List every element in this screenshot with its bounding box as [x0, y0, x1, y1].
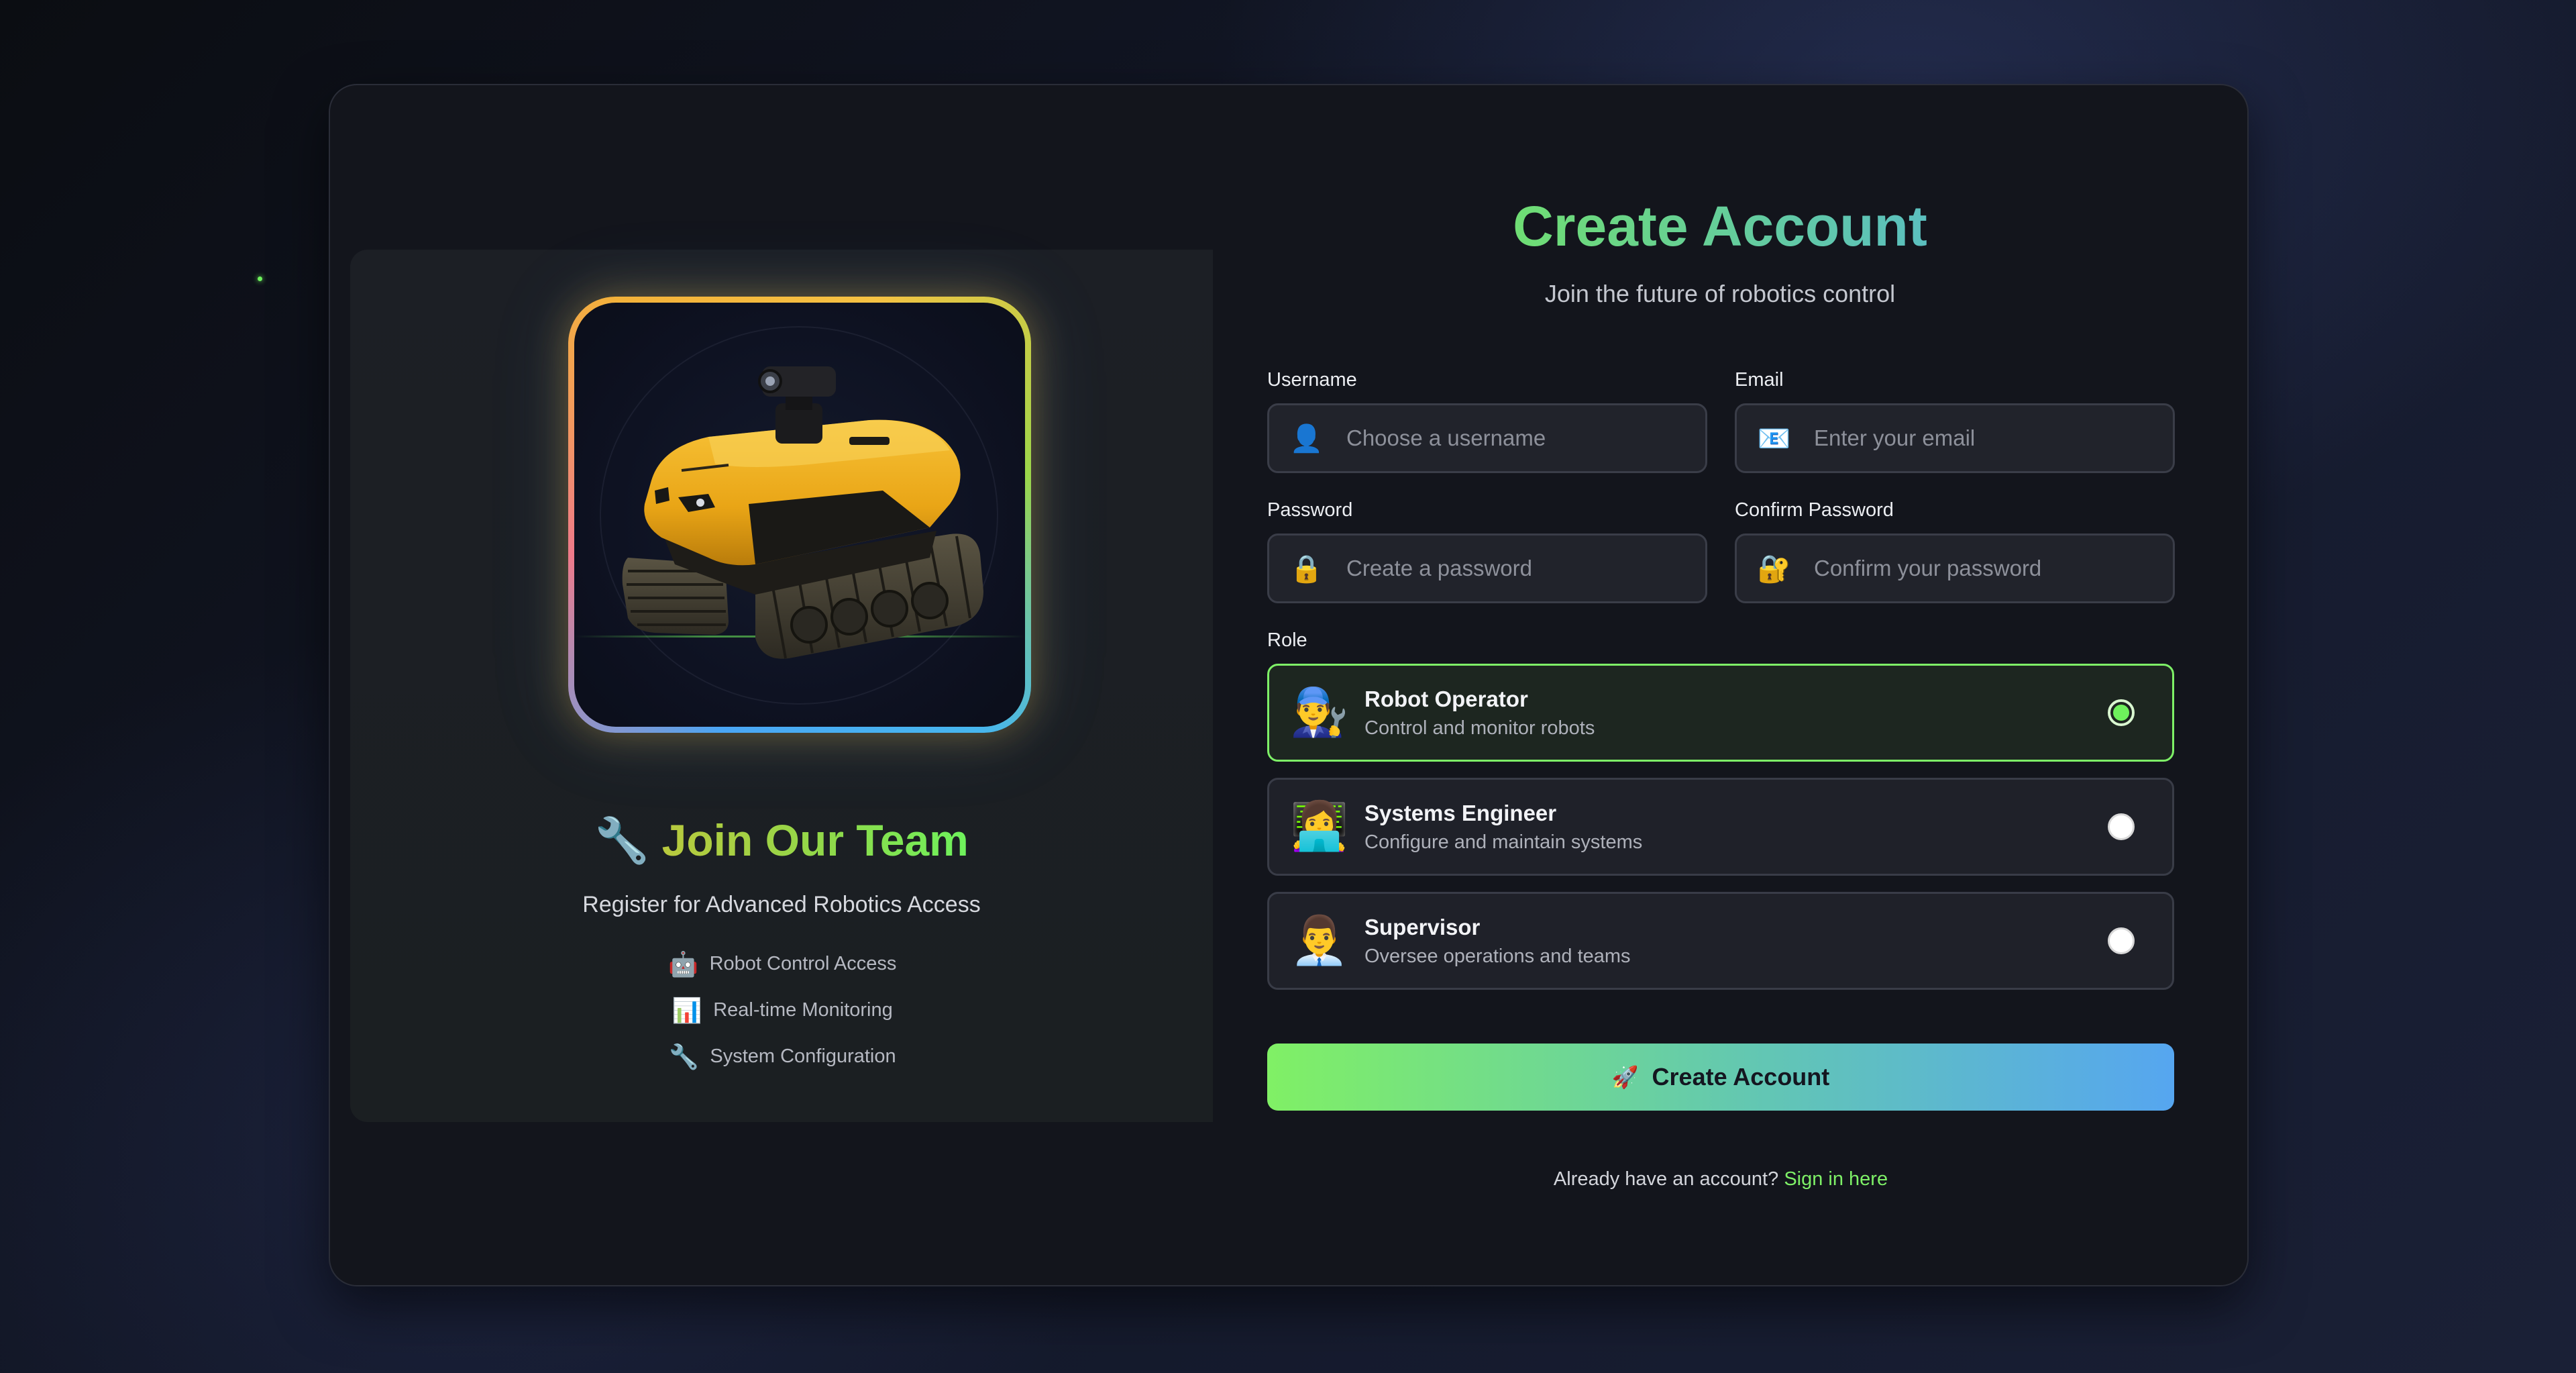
- feature-label: Robot Control Access: [709, 953, 897, 974]
- role-name: Robot Operator: [1364, 686, 1528, 711]
- password-field[interactable]: 🔒: [1267, 533, 1707, 603]
- rocket-icon: 🚀: [1611, 1065, 1639, 1089]
- role-description: Configure and maintain systems: [1364, 831, 1643, 853]
- technologist-icon: 👩‍💻: [1290, 800, 1349, 852]
- page-title: Create Account: [1513, 195, 1927, 258]
- password-input[interactable]: [1345, 555, 1705, 582]
- status-dot: [258, 276, 262, 281]
- lock-icon: 🔒: [1289, 554, 1324, 584]
- role-description: Control and monitor robots: [1364, 717, 1595, 739]
- robot-illustration: [622, 366, 983, 659]
- create-account-label: Create Account: [1652, 1063, 1830, 1090]
- signin-prompt: Already have an account?: [1553, 1168, 1779, 1190]
- wrench-icon: 🔧: [594, 815, 650, 865]
- email-icon: 📧: [1757, 423, 1791, 454]
- role-description: Oversee operations and teams: [1364, 945, 1631, 967]
- username-label: Username: [1267, 369, 1357, 391]
- feature-item: 🤖 Robot Control Access: [350, 941, 1213, 987]
- email-field[interactable]: 📧: [1735, 403, 2175, 473]
- register-card: 🔧 Join Our Team Register for Advanced Ro…: [329, 84, 2249, 1286]
- join-subtitle: Register for Advanced Robotics Access: [582, 892, 981, 917]
- role-option-supervisor[interactable]: 👨‍💼 Supervisor Oversee operations and te…: [1267, 892, 2174, 990]
- create-account-button[interactable]: 🚀 Create Account: [1267, 1044, 2174, 1111]
- office-worker-icon: 👨‍💼: [1290, 914, 1349, 966]
- robot-image-frame: [568, 297, 1031, 733]
- robot-icon: 🤖: [668, 950, 698, 978]
- page-subtitle: Join the future of robotics control: [1544, 280, 1896, 307]
- confirm-password-input[interactable]: [1813, 555, 2173, 582]
- robot-image: [574, 303, 1025, 727]
- role-label: Role: [1267, 629, 1307, 651]
- promo-panel: 🔧 Join Our Team Register for Advanced Ro…: [350, 250, 1213, 1122]
- feature-item: 🔧 System Configuration: [350, 1033, 1213, 1080]
- password-label: Password: [1267, 499, 1353, 521]
- email-label: Email: [1735, 369, 1784, 391]
- confirm-password-label: Confirm Password: [1735, 499, 1894, 521]
- mechanic-icon: 👨‍🔧: [1290, 686, 1349, 738]
- role-name: Systems Engineer: [1364, 800, 1557, 825]
- wrench-icon: 🔧: [668, 1042, 699, 1070]
- user-icon: 👤: [1289, 423, 1324, 454]
- role-radio[interactable]: [2108, 927, 2135, 954]
- role-radio[interactable]: [2108, 699, 2135, 726]
- confirm-password-field[interactable]: 🔐: [1735, 533, 2175, 603]
- signin-prompt-line: Already have an account? Sign in here: [1267, 1168, 2174, 1190]
- role-option-robot-operator[interactable]: 👨‍🔧 Robot Operator Control and monitor r…: [1267, 664, 2174, 762]
- bar-chart-icon: 📊: [672, 996, 702, 1024]
- role-radio[interactable]: [2108, 813, 2135, 840]
- username-input[interactable]: [1345, 425, 1705, 452]
- feature-label: Real-time Monitoring: [713, 999, 893, 1021]
- signin-link[interactable]: Sign in here: [1784, 1168, 1888, 1190]
- feature-label: System Configuration: [710, 1046, 896, 1067]
- join-title: 🔧 Join Our Team: [594, 815, 969, 865]
- role-name: Supervisor: [1364, 914, 1481, 939]
- lock-key-icon: 🔐: [1757, 554, 1791, 584]
- feature-item: 📊 Real-time Monitoring: [350, 987, 1213, 1033]
- role-option-systems-engineer[interactable]: 👩‍💻 Systems Engineer Configure and maint…: [1267, 778, 2174, 876]
- feature-list: 🤖 Robot Control Access 📊 Real-time Monit…: [350, 941, 1213, 1080]
- username-field[interactable]: 👤: [1267, 403, 1707, 473]
- email-input[interactable]: [1813, 425, 2173, 452]
